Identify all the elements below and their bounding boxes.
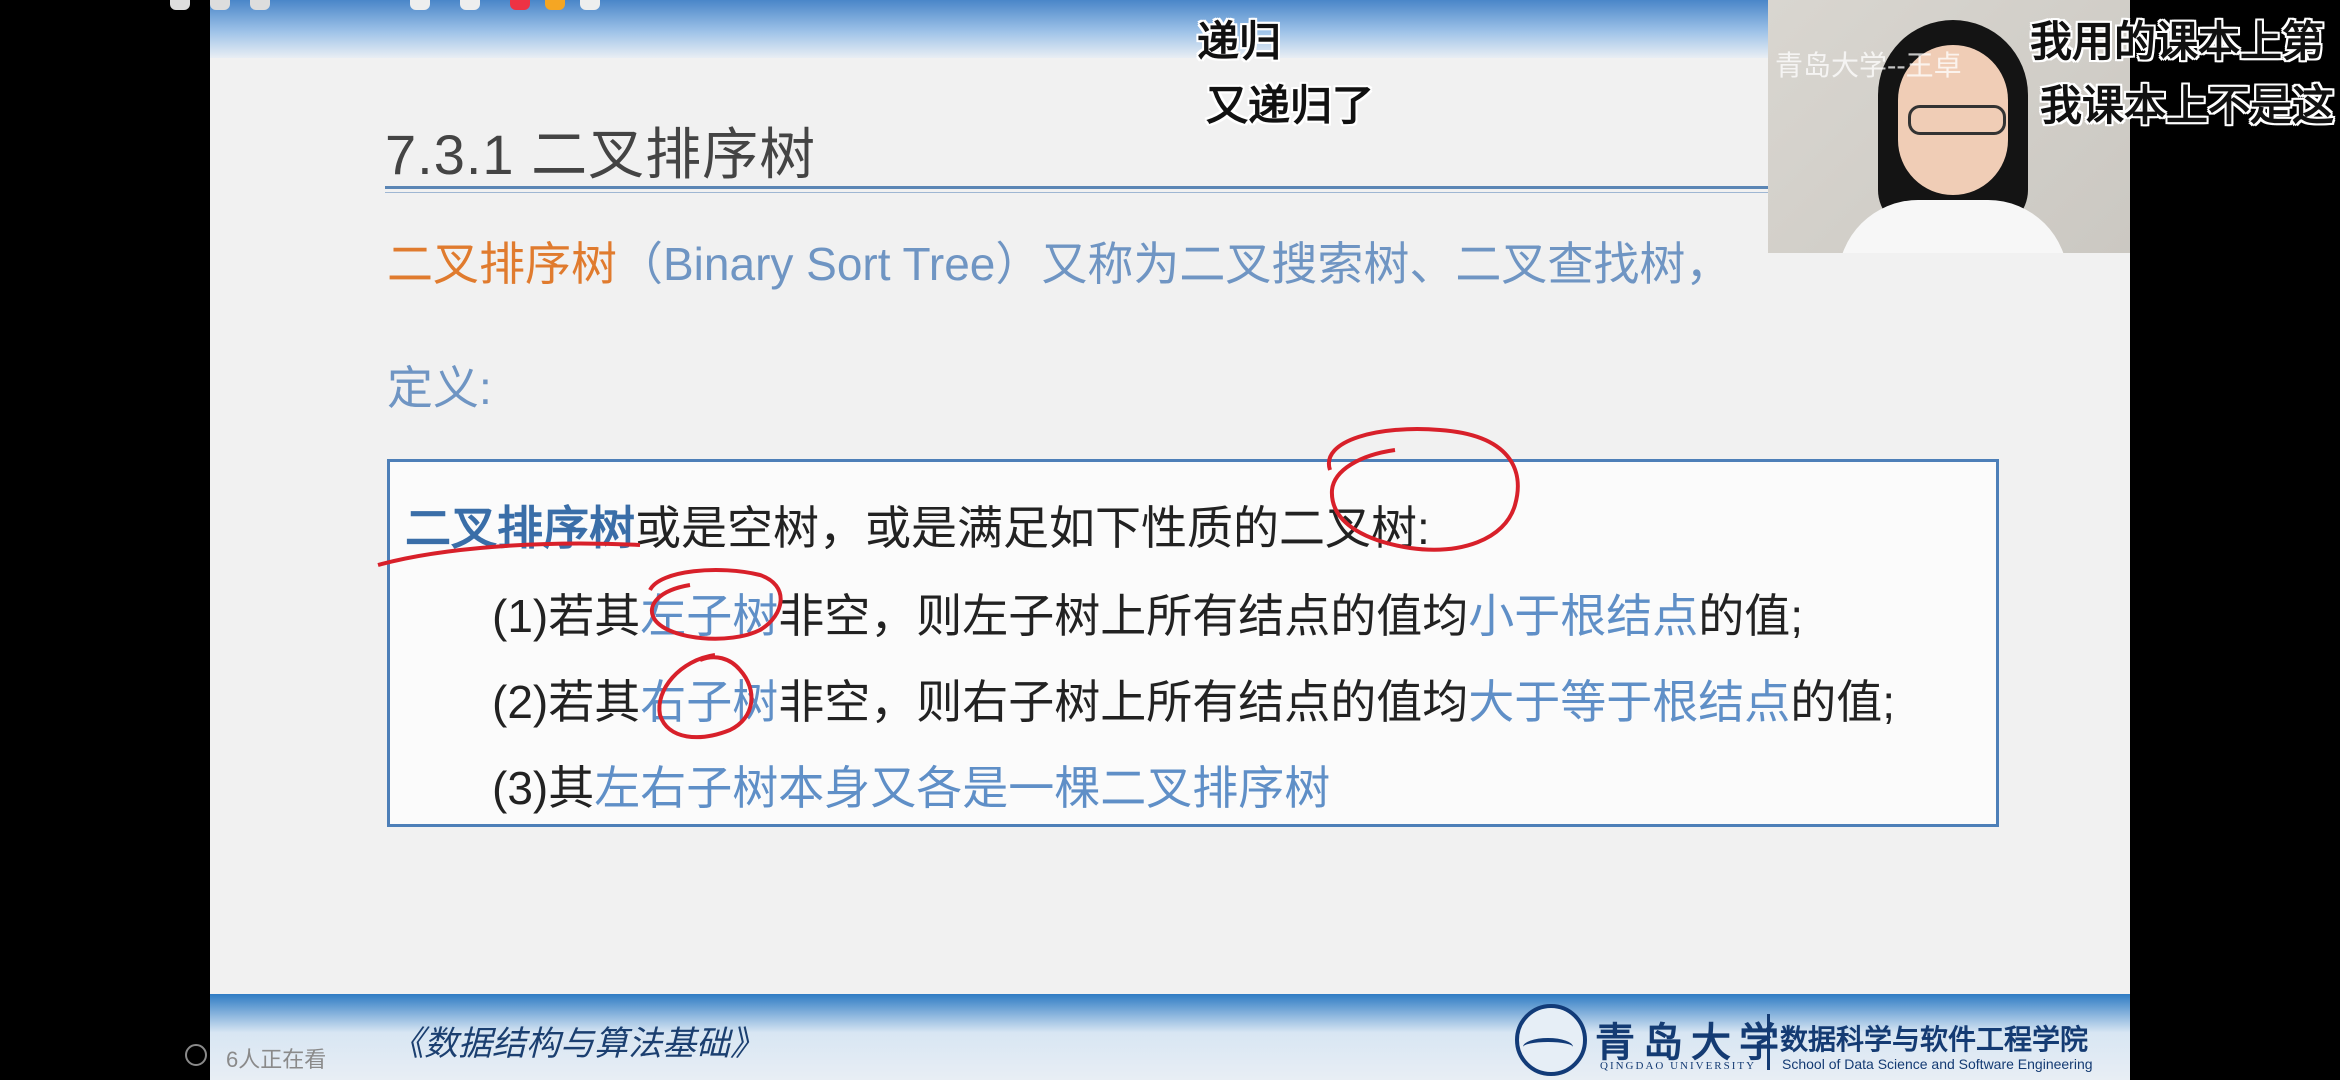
property-3-subtrees: 左右子树本身又各是一棵二叉排序树: [594, 762, 1331, 814]
definition-label: 定义:: [387, 362, 492, 414]
notification-icon: [460, 0, 480, 10]
definition-line-0: 二叉排序树或是空树，或是满足如下性质的二叉树:: [405, 492, 1430, 558]
definition-term: 二叉排序树: [405, 502, 635, 554]
viewer-count: 6人正在看: [226, 1047, 327, 1072]
property-2-right-subtree: 右子树: [640, 676, 779, 728]
property-2-a: (2)若其: [492, 676, 641, 728]
slide-title: 7.3.1 二叉排序树: [385, 123, 817, 186]
subtitle-line-1: 递归: [1197, 18, 1282, 65]
property-3: (3)其左右子树本身又各是一棵二叉排序树: [492, 752, 1330, 818]
notification-icon: [545, 0, 565, 10]
notification-icon: [580, 0, 600, 10]
school-name: 数据科学与软件工程学院: [1780, 1024, 2089, 1055]
property-1-left-subtree: 左子树: [640, 590, 779, 642]
webcam-watermark: 青岛大学--王卓: [1775, 50, 1962, 81]
comment-line-2: 我课本上不是这: [2040, 82, 2335, 129]
presenter-body: [1838, 200, 2068, 253]
property-1-e: 的值;: [1698, 590, 1804, 642]
property-2: (2)若其右子树非空，则右子树上所有结点的值均大于等于根结点的值;: [492, 666, 1895, 732]
intro-term: 二叉排序树: [387, 238, 617, 290]
status-icon: [170, 0, 190, 10]
property-2-greater-equal-root: 大于等于根结点: [1468, 676, 1791, 728]
school-name-en: School of Data Science and Software Engi…: [1782, 1056, 2093, 1072]
notification-icon: [510, 0, 530, 10]
comment-line-1: 我用的课本上第: [2030, 18, 2325, 65]
logo-wave-icon: [1523, 1038, 1573, 1056]
course-book-title: 《数据结构与算法基础》: [390, 1024, 764, 1064]
property-3-a: (3)其: [492, 762, 595, 814]
property-1-a: (1)若其: [492, 590, 641, 642]
property-1-less-than-root: 小于根结点: [1468, 590, 1699, 642]
viewer-icon: [185, 1044, 207, 1066]
status-icons: [170, 0, 620, 10]
notification-icon: [410, 0, 430, 10]
property-2-c: 非空，则右子树上所有结点的值均: [778, 676, 1469, 728]
definition-box: 二叉排序树或是空树，或是满足如下性质的二叉树: (1)若其左子树非空，则左子树上…: [387, 459, 1999, 827]
intro-sentence: 二叉排序树（Binary Sort Tree）又称为二叉搜索树、二叉查找树，: [387, 228, 1731, 294]
subtitle-line-2: 又递归了: [1206, 82, 1375, 129]
intro-rest: （Binary Sort Tree）又称为二叉搜索树、二叉查找树，: [617, 238, 1732, 290]
definition-line-0-rest: 或是空树，或是满足如下性质的二叉树:: [635, 502, 1430, 554]
signal-icon: [210, 0, 230, 10]
title-divider: [385, 186, 1975, 193]
footer-separator: [1767, 1014, 1770, 1070]
property-2-e: 的值;: [1790, 676, 1896, 728]
property-1: (1)若其左子树非空，则左子树上所有结点的值均小于根结点的值;: [492, 580, 1803, 646]
university-name-en: QINGDAO UNIVERSITY: [1600, 1060, 1757, 1072]
presenter-glasses: [1908, 105, 2006, 135]
wifi-icon: [250, 0, 270, 10]
property-1-c: 非空，则左子树上所有结点的值均: [778, 590, 1469, 642]
